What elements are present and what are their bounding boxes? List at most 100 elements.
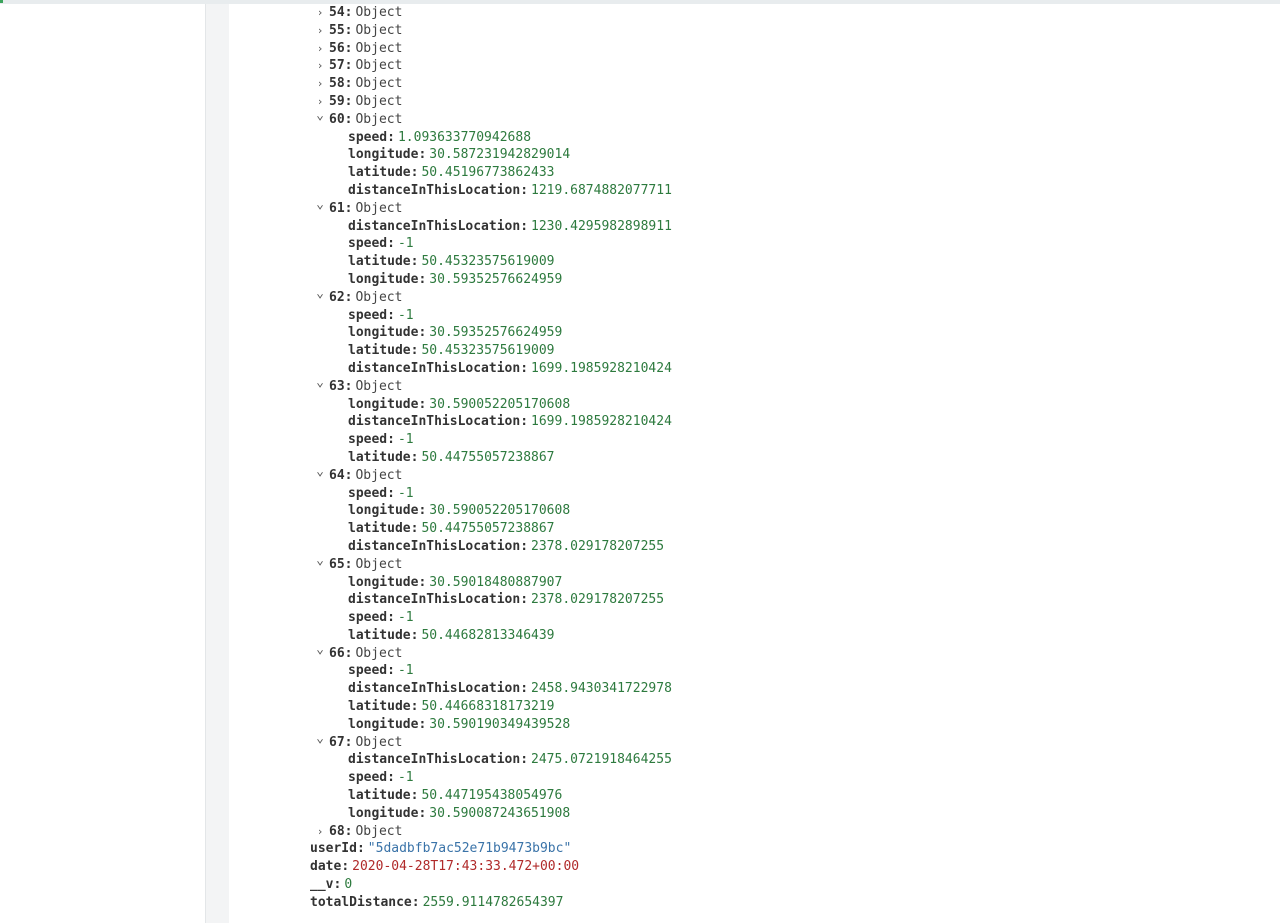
field-key: latitude: [348, 254, 411, 270]
field-key: 68: [329, 823, 345, 839]
field-value: 30.587231942829014: [429, 147, 571, 163]
field-key: distanceInThisLocation: [348, 414, 521, 430]
field-separator: :: [410, 699, 419, 715]
chevron-down-icon[interactable]: ⌄: [314, 374, 326, 392]
field-separator: :: [418, 805, 427, 821]
field-separator: :: [333, 877, 342, 893]
field-type: Object: [355, 289, 403, 305]
chevron-right-icon[interactable]: ›: [314, 823, 326, 841]
chevron-down-icon[interactable]: ⌄: [314, 730, 326, 748]
field-key: latitude: [348, 449, 411, 465]
field-key: speed: [348, 663, 388, 679]
accent-indicator: [0, 0, 3, 3]
chevron-right-icon[interactable]: ›: [314, 57, 326, 75]
chevron-down-icon[interactable]: ⌄: [314, 641, 326, 659]
field-separator: :: [520, 592, 529, 608]
field-separator: :: [344, 5, 353, 20]
field-separator: :: [520, 360, 529, 376]
field-separator: :: [387, 485, 395, 501]
field-separator: :: [341, 859, 350, 875]
field-separator: :: [387, 307, 395, 323]
field-separator: :: [520, 538, 529, 554]
chevron-right-icon[interactable]: ›: [314, 40, 326, 58]
field-key: totalDistance: [310, 894, 412, 910]
field-type: Object: [355, 58, 403, 74]
field-key: speed: [348, 770, 388, 786]
field-separator: :: [418, 271, 427, 287]
field-separator: :: [344, 734, 353, 750]
field-separator: :: [344, 111, 353, 127]
field-type: Object: [355, 76, 403, 92]
field-key: distanceInThisLocation: [348, 218, 521, 234]
chevron-down-icon[interactable]: ⌄: [314, 107, 326, 125]
field-separator: :: [520, 414, 529, 430]
field-key: speed: [348, 485, 388, 501]
field-key: longitude: [348, 396, 419, 412]
field-key: distanceInThisLocation: [348, 538, 521, 554]
field-value: 1.093633770942688: [397, 129, 532, 145]
field-key: 62: [329, 289, 345, 305]
chevron-down-icon[interactable]: ⌄: [314, 285, 326, 303]
field-value: 50.45323575619009: [421, 343, 555, 359]
field-separator: :: [344, 289, 353, 305]
field-value: 50.44755057238867: [421, 521, 555, 537]
field-separator: :: [387, 432, 395, 448]
field-separator: :: [344, 556, 353, 572]
field-separator: :: [410, 788, 419, 804]
field-separator: :: [387, 770, 395, 786]
field-key: longitude: [348, 271, 419, 287]
field-value: 30.59018480887907: [429, 574, 563, 590]
field-value: 30.59352576624959: [429, 271, 563, 287]
field-separator: :: [344, 76, 353, 92]
field-separator: :: [356, 841, 365, 857]
field-value: 2559.9114782654397: [422, 894, 564, 910]
chevron-down-icon[interactable]: ⌄: [314, 463, 326, 481]
field-key: 55: [329, 22, 345, 38]
field-key: date: [310, 859, 342, 875]
field-separator: :: [344, 22, 353, 38]
field-key: longitude: [348, 805, 419, 821]
field-separator: :: [410, 521, 419, 537]
field-type: Object: [355, 200, 403, 216]
field-value: 30.590052205170608: [429, 503, 571, 519]
field-key: longitude: [348, 503, 419, 519]
chevron-right-icon[interactable]: ›: [314, 22, 326, 40]
field-value: 30.590052205170608: [429, 396, 571, 412]
document-viewer: › 54: Object › 55: Object › 56: Object › 57: Object…: [229, 4, 1280, 923]
field-value: 2020-04-28T17:43:33.472+00:00: [352, 859, 580, 875]
field-type: Object: [355, 823, 403, 839]
field-separator: :: [410, 627, 419, 643]
field-separator: :: [410, 254, 419, 270]
field-separator: :: [410, 449, 419, 465]
field-value: 50.447195438054976: [421, 788, 563, 804]
field-value: -1: [397, 610, 414, 626]
field-type: Object: [355, 40, 403, 56]
chevron-down-icon[interactable]: ⌄: [314, 196, 326, 214]
field-value: 2458.9430341722978: [531, 681, 672, 697]
field-key: latitude: [348, 521, 411, 537]
field-type: Object: [355, 734, 403, 750]
field-key: speed: [348, 307, 388, 323]
field-value: 50.45196773862433: [421, 165, 555, 181]
field-key: 54: [329, 5, 345, 20]
field-key: longitude: [348, 325, 419, 341]
field-separator: :: [344, 40, 353, 56]
chevron-down-icon[interactable]: ⌄: [314, 552, 326, 570]
chevron-right-icon[interactable]: ›: [314, 75, 326, 93]
field-value: 30.59352576624959: [429, 325, 563, 341]
field-separator: :: [418, 503, 427, 519]
field-value: 30.590087243651908: [429, 805, 571, 821]
field-key: distanceInThisLocation: [348, 360, 521, 376]
field-key: longitude: [348, 147, 419, 163]
field-value: 50.45323575619009: [421, 254, 555, 270]
field-value: 1699.1985928210424: [531, 414, 672, 430]
chevron-right-icon[interactable]: ›: [314, 4, 326, 22]
field-key: latitude: [348, 699, 411, 715]
field-key: distanceInThisLocation: [348, 592, 521, 608]
field-separator: :: [387, 236, 395, 252]
field-key: speed: [348, 236, 388, 252]
field-separator: :: [344, 645, 353, 661]
field-value: 2475.0721918464255: [531, 752, 672, 768]
field-key: distanceInThisLocation: [348, 752, 521, 768]
field-value: 1230.4295982898911: [531, 218, 672, 234]
